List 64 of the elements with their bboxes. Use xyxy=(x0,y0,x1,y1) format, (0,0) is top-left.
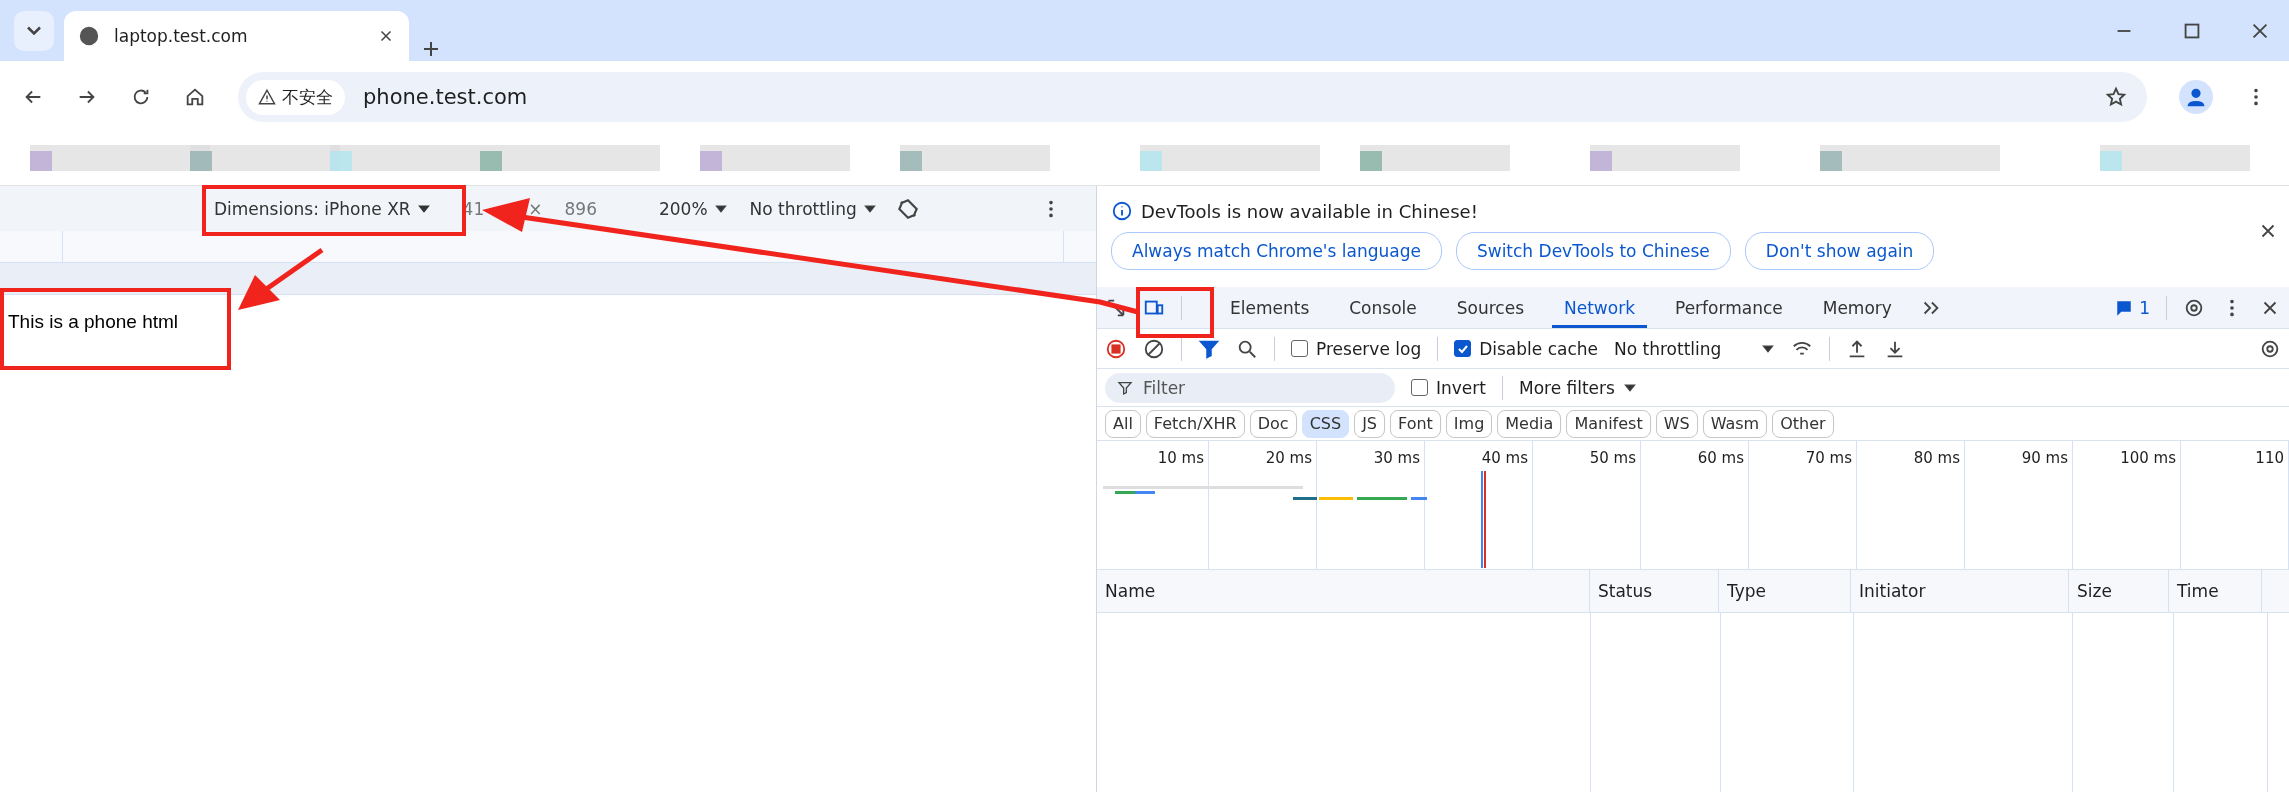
time-tick-label: 60 ms xyxy=(1641,441,1749,569)
page-text: This is a phone html xyxy=(7,311,180,333)
preserve-log-checkbox[interactable]: Preserve log xyxy=(1291,338,1422,359)
address-bar[interactable]: 不安全 phone.test.com xyxy=(238,72,2147,122)
type-filter-chip[interactable]: Other xyxy=(1772,409,1834,438)
throttling-dropdown[interactable]: No throttling xyxy=(745,198,881,219)
infobar-button[interactable]: Switch DevTools to Chinese xyxy=(1455,232,1731,270)
clear-icon[interactable] xyxy=(1143,337,1165,360)
panel-tab[interactable]: Elements xyxy=(1218,287,1322,328)
time-tick-label: 80 ms xyxy=(1857,441,1965,569)
zoom-dropdown[interactable]: 200% xyxy=(654,198,732,219)
warning-icon xyxy=(258,88,276,106)
more-filters-dropdown[interactable]: More filters xyxy=(1518,377,1637,398)
panel-tab[interactable]: Network xyxy=(1552,287,1647,328)
chevron-down-icon xyxy=(27,26,41,35)
info-message: DevTools is now available in Chinese! xyxy=(1141,200,1478,222)
panel-tab[interactable]: Console xyxy=(1337,287,1429,328)
infobar-button[interactable]: Always match Chrome's language xyxy=(1111,232,1442,270)
type-filter-chip[interactable]: JS xyxy=(1354,409,1385,438)
panel-tab[interactable]: Sources xyxy=(1444,287,1536,328)
height-field[interactable]: 896 xyxy=(560,198,601,219)
time-tick-label: 50 ms xyxy=(1533,441,1641,569)
column-header[interactable]: Name xyxy=(1097,570,1590,612)
type-filter-chip[interactable]: Media xyxy=(1497,409,1562,438)
filter-field[interactable]: Filter xyxy=(1105,372,1395,403)
column-header[interactable]: Status xyxy=(1590,570,1719,612)
person-icon xyxy=(2185,86,2207,108)
time-tick-label: 110 xyxy=(2181,441,2289,569)
star-icon[interactable] xyxy=(2105,86,2127,108)
panel-tab[interactable]: Memory xyxy=(1810,287,1904,328)
issues-badge[interactable]: 1 xyxy=(2115,297,2150,318)
type-filter-chip[interactable]: Font xyxy=(1390,409,1441,438)
column-header[interactable]: Time xyxy=(2169,570,2262,612)
security-chip[interactable]: 不安全 xyxy=(246,79,345,115)
tab-search-button[interactable] xyxy=(14,10,54,51)
info-icon xyxy=(1111,200,1133,222)
disable-cache-checkbox[interactable]: Disable cache xyxy=(1454,338,1598,359)
record-stop-icon[interactable] xyxy=(1105,337,1127,360)
type-filter-chip[interactable]: All xyxy=(1105,409,1141,438)
type-filter-chip[interactable]: WS xyxy=(1655,409,1698,438)
type-filter-chip[interactable]: Wasm xyxy=(1702,409,1768,438)
type-filter-chip[interactable]: Manifest xyxy=(1566,409,1651,438)
url-text: phone.test.com xyxy=(363,85,529,109)
profile-avatar[interactable] xyxy=(2179,80,2213,114)
times-sign: × xyxy=(527,198,544,219)
time-tick-label: 90 ms xyxy=(1965,441,2073,569)
home-icon[interactable] xyxy=(184,86,206,108)
type-filter-chip[interactable]: Img xyxy=(1445,409,1493,438)
infobar-button[interactable]: Don't show again xyxy=(1744,232,1935,270)
invert-checkbox[interactable]: Invert xyxy=(1411,377,1486,398)
column-header[interactable]: Initiator xyxy=(1851,570,2069,612)
browser-tab[interactable]: laptop.test.com xyxy=(64,11,409,61)
dimensions-dropdown[interactable]: Dimensions: iPhone XR xyxy=(210,198,435,219)
type-filter-chip[interactable]: CSS xyxy=(1301,409,1350,438)
filter-icon xyxy=(1117,379,1133,396)
type-filter-chip[interactable]: Doc xyxy=(1249,409,1297,438)
time-tick-label: 70 ms xyxy=(1749,441,1857,569)
column-header[interactable]: Type xyxy=(1719,570,1851,612)
type-filter-chip[interactable]: Fetch/XHR xyxy=(1145,409,1245,438)
time-tick-label: 100 ms xyxy=(2073,441,2181,569)
message-icon xyxy=(2115,298,2134,317)
column-header[interactable]: Size xyxy=(2069,570,2169,612)
panel-tab[interactable]: Performance xyxy=(1663,287,1795,328)
throttling-select[interactable]: No throttling xyxy=(1614,338,1776,359)
